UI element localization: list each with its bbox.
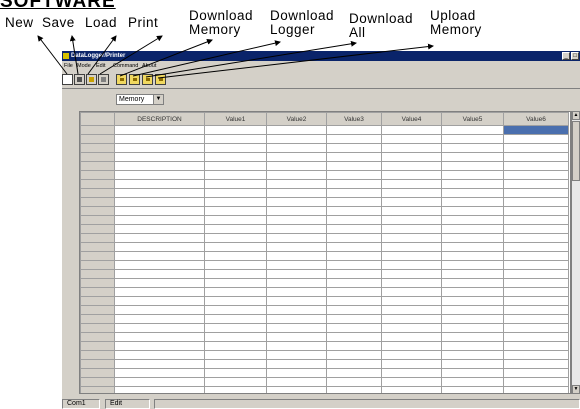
callout-arrows: [37, 35, 434, 79]
arrow-save: [69, 35, 79, 75]
arrow-download-memory: [119, 39, 213, 77]
arrow-load: [87, 35, 117, 75]
arrow-new: [37, 35, 68, 75]
arrow-download-all: [145, 40, 357, 78]
arrow-upload-memory: [157, 43, 434, 79]
arrow-print: [99, 35, 163, 75]
